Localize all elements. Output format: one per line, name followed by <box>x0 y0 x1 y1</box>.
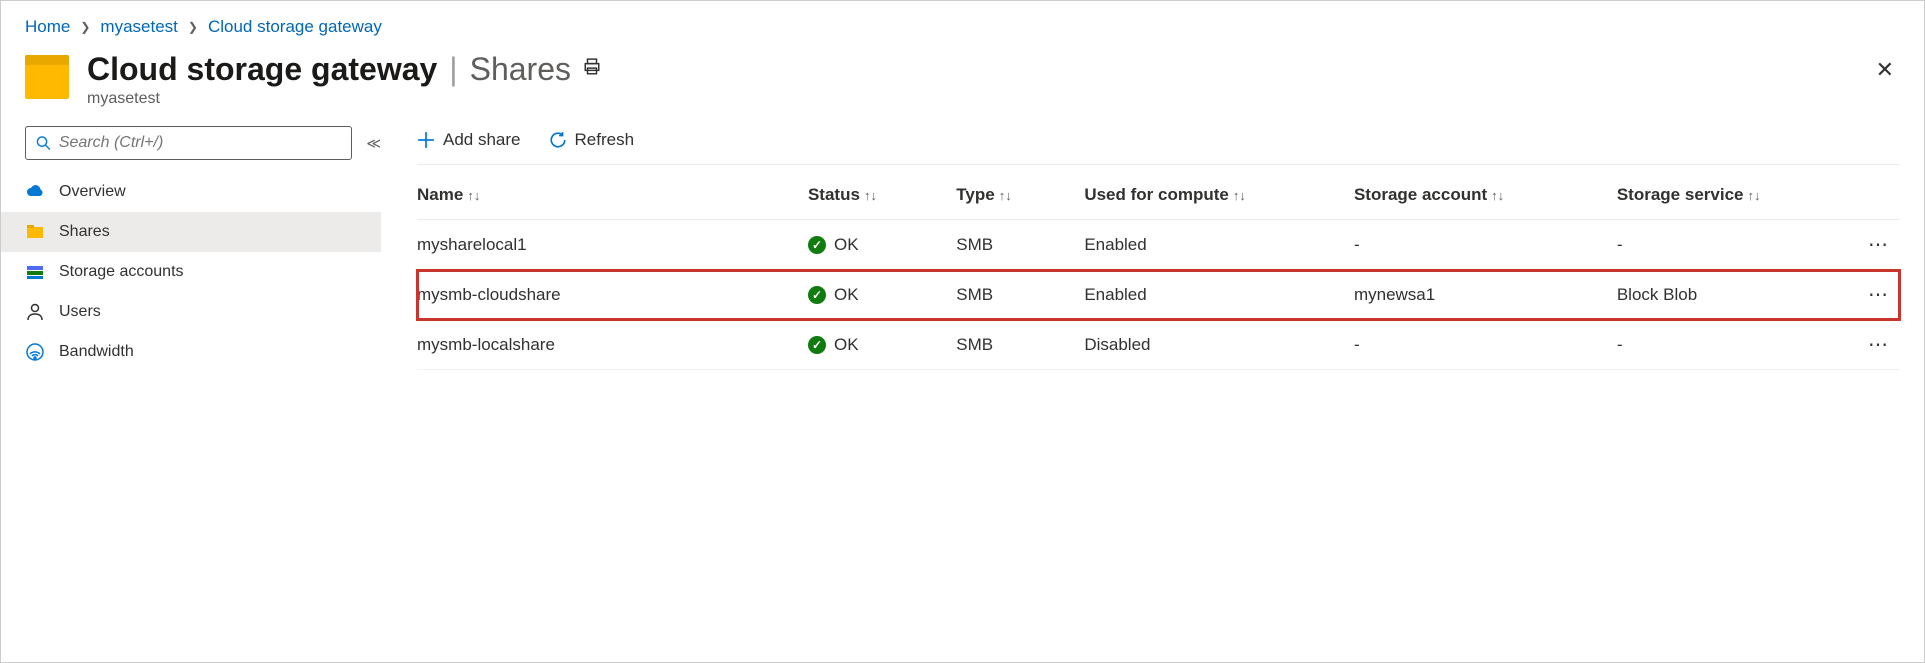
sort-icon[interactable]: ↑↓ <box>467 188 480 203</box>
column-compute[interactable]: Used for compute <box>1084 185 1229 204</box>
refresh-label: Refresh <box>575 130 635 150</box>
close-button[interactable]: ✕ <box>1870 51 1900 89</box>
more-actions-button[interactable]: ⋯ <box>1868 334 1890 356</box>
sort-icon[interactable]: ↑↓ <box>999 188 1012 203</box>
column-type[interactable]: Type <box>956 185 994 204</box>
plus-icon <box>417 131 435 149</box>
more-actions-button[interactable]: ⋯ <box>1868 284 1890 306</box>
sidebar-item-storage-accounts[interactable]: Storage accounts <box>25 252 381 292</box>
add-share-button[interactable]: Add share <box>417 130 521 150</box>
breadcrumb-resource[interactable]: myasetest <box>100 17 177 37</box>
breadcrumb-home[interactable]: Home <box>25 17 70 37</box>
column-name[interactable]: Name <box>417 185 463 204</box>
cell-status: ✓OK <box>808 335 946 355</box>
sidebar-item-label: Overview <box>59 183 126 201</box>
title-separator: | <box>449 51 457 88</box>
cell-type: SMB <box>956 220 1084 270</box>
cell-account: mynewsa1 <box>1354 270 1617 320</box>
table-row[interactable]: mysharelocal1✓OKSMBEnabled--⋯ <box>417 220 1900 270</box>
folder-icon <box>25 55 69 99</box>
sidebar-item-users[interactable]: Users <box>25 292 381 332</box>
sidebar: ≪ Overview Shares Storage accounts Users Ban… <box>25 126 381 372</box>
search-input[interactable] <box>59 134 342 152</box>
resource-name: myasetest <box>87 90 1870 108</box>
shares-table: Name ↑↓ Status ↑↓ Type ↑↓ Used for compute ↑… <box>417 171 1900 370</box>
user-icon <box>25 302 45 322</box>
cell-service: Block Blob <box>1617 270 1833 320</box>
cell-name: mysmb-localshare <box>417 320 808 370</box>
check-icon: ✓ <box>808 336 826 354</box>
content-area: Add share Refresh Name ↑↓ Status ↑↓ Type ↑↓… <box>381 126 1924 372</box>
check-icon: ✓ <box>808 286 826 304</box>
page-title: Cloud storage gateway <box>87 51 437 88</box>
cell-name: mysmb-cloudshare <box>417 270 808 320</box>
more-actions-button[interactable]: ⋯ <box>1868 234 1890 256</box>
cell-account: - <box>1354 220 1617 270</box>
cell-type: SMB <box>956 270 1084 320</box>
cloud-icon <box>25 182 45 202</box>
folder-icon <box>25 222 45 242</box>
cell-compute: Enabled <box>1084 270 1354 320</box>
cell-compute: Enabled <box>1084 220 1354 270</box>
search-input-wrapper[interactable] <box>25 126 352 160</box>
table-row[interactable]: mysmb-localshare✓OKSMBDisabled--⋯ <box>417 320 1900 370</box>
page-header: Cloud storage gateway | Shares myasetest… <box>1 51 1924 126</box>
table-row[interactable]: mysmb-cloudshare✓OK SMBEnabledmynewsa1Blo… <box>417 270 1900 320</box>
column-account[interactable]: Storage account <box>1354 185 1487 204</box>
add-share-label: Add share <box>443 130 521 150</box>
column-status[interactable]: Status <box>808 185 860 204</box>
search-icon <box>36 135 51 151</box>
cell-service: - <box>1617 320 1833 370</box>
sort-icon[interactable]: ↑↓ <box>864 188 877 203</box>
check-icon: ✓ <box>808 236 826 254</box>
sidebar-item-label: Shares <box>59 223 110 241</box>
sort-icon[interactable]: ↑↓ <box>1491 188 1504 203</box>
refresh-icon <box>549 131 567 149</box>
cell-compute: Disabled <box>1084 320 1354 370</box>
sidebar-item-label: Users <box>59 303 101 321</box>
refresh-button[interactable]: Refresh <box>549 130 635 150</box>
sidebar-item-overview[interactable]: Overview <box>25 172 381 212</box>
sidebar-item-shares[interactable]: Shares <box>1 212 381 252</box>
sidebar-item-label: Bandwidth <box>59 343 134 361</box>
collapse-sidebar-button[interactable]: ≪ <box>366 135 381 152</box>
cell-status: ✓OK <box>808 235 946 255</box>
toolbar: Add share Refresh <box>417 126 1900 165</box>
cell-account: - <box>1354 320 1617 370</box>
cell-status: ✓OK <box>808 285 946 305</box>
breadcrumb-feature[interactable]: Cloud storage gateway <box>208 17 382 37</box>
cell-type: SMB <box>956 320 1084 370</box>
sort-icon[interactable]: ↑↓ <box>1747 188 1760 203</box>
wifi-icon <box>25 342 45 362</box>
chevron-right-icon: ❯ <box>188 20 198 34</box>
print-icon[interactable] <box>583 58 601 81</box>
cell-service: - <box>1617 220 1833 270</box>
column-service[interactable]: Storage service <box>1617 185 1744 204</box>
chevron-right-icon: ❯ <box>80 20 90 34</box>
breadcrumb: Home ❯ myasetest ❯ Cloud storage gateway <box>1 1 1924 51</box>
cell-name: mysharelocal1 <box>417 220 808 270</box>
page-section: Shares <box>470 51 571 88</box>
sort-icon[interactable]: ↑↓ <box>1233 188 1246 203</box>
sidebar-item-bandwidth[interactable]: Bandwidth <box>25 332 381 372</box>
storage-icon <box>25 262 45 282</box>
sidebar-item-label: Storage accounts <box>59 263 184 281</box>
